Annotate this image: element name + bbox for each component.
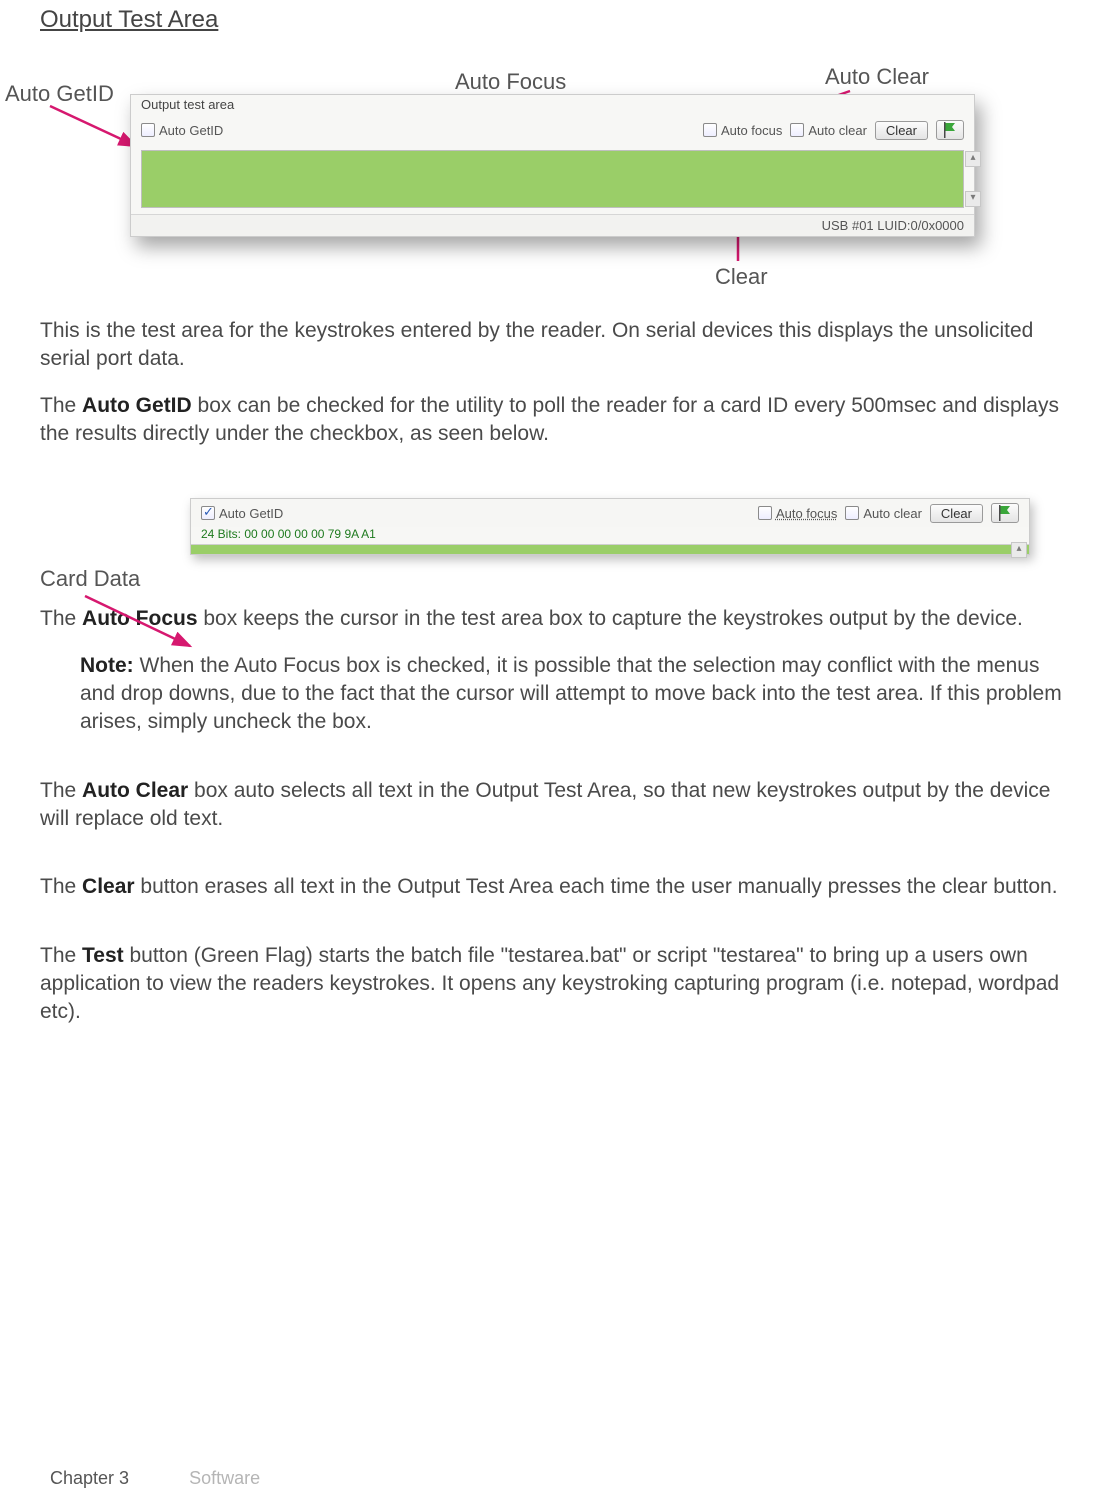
auto-clear-checkbox[interactable]: Auto clear	[845, 506, 922, 521]
checkbox-icon	[703, 123, 717, 137]
output-textarea[interactable]: ▴	[191, 544, 1029, 554]
auto-getid-checkbox[interactable]: Auto GetID	[141, 123, 223, 138]
paragraph-auto-getid: The Auto GetID box can be checked for th…	[40, 392, 1067, 449]
page: Output Test Area Auto GetID Auto Focus A…	[0, 6, 1107, 1501]
checkbox-icon	[141, 123, 155, 137]
toolbar: Auto GetID Auto focus Auto clear Clear	[131, 114, 974, 144]
section-label: Software	[189, 1468, 260, 1488]
green-flag-icon	[998, 505, 1012, 521]
scroll-up-icon[interactable]: ▴	[1011, 542, 1027, 558]
card-data-text: 24 Bits: 00 00 00 00 00 79 9A A1	[191, 527, 1029, 544]
test-button[interactable]	[991, 503, 1019, 523]
screenshot-card-data: Auto GetID Auto focus Auto clear Clear	[190, 498, 1030, 555]
clear-button[interactable]: Clear	[930, 504, 983, 523]
checkbox-icon	[845, 506, 859, 520]
paragraph-auto-focus: The Auto Focus box keeps the cursor in t…	[40, 605, 1067, 633]
auto-getid-label: Auto GetID	[219, 506, 283, 521]
callout-auto-clear: Auto Clear	[825, 64, 929, 90]
auto-focus-checkbox[interactable]: Auto focus	[703, 123, 782, 138]
paragraph-test: The Test button (Green Flag) starts the …	[40, 942, 1067, 1027]
paragraph-clear: The Clear button erases all text in the …	[40, 873, 1067, 901]
auto-focus-label: Auto focus	[721, 123, 782, 138]
note-paragraph: Note: When the Auto Focus box is checked…	[80, 652, 1067, 737]
auto-clear-label: Auto clear	[863, 506, 922, 521]
status-bar: USB #01 LUID:0/0x0000	[131, 214, 974, 236]
paragraph-intro: This is the test area for the keystrokes…	[40, 317, 1067, 374]
auto-focus-checkbox[interactable]: Auto focus	[758, 506, 837, 521]
auto-focus-label: Auto focus	[776, 506, 837, 521]
green-flag-icon	[943, 122, 957, 138]
section-heading: Output Test Area	[40, 6, 1067, 34]
output-textarea[interactable]: ▴ ▾	[141, 150, 964, 208]
page-footer: Chapter 3 Software	[50, 1468, 260, 1489]
screenshot-output-test-area: Output test area Auto GetID Auto focus A…	[130, 94, 975, 237]
status-text: USB #01 LUID:0/0x0000	[822, 218, 964, 233]
auto-clear-checkbox[interactable]: Auto clear	[790, 123, 867, 138]
callout-card-data: Card Data	[40, 566, 140, 592]
scroll-down-icon[interactable]: ▾	[965, 191, 981, 207]
checkbox-icon	[790, 123, 804, 137]
auto-clear-label: Auto clear	[808, 123, 867, 138]
auto-getid-label: Auto GetID	[159, 123, 223, 138]
callout-auto-getid: Auto GetID	[5, 81, 114, 107]
checkbox-checked-icon	[201, 506, 215, 520]
checkbox-icon	[758, 506, 772, 520]
callout-clear: Clear	[715, 264, 768, 290]
callout-auto-focus: Auto Focus	[455, 69, 566, 95]
paragraph-auto-clear: The Auto Clear box auto selects all text…	[40, 777, 1067, 834]
scroll-up-icon[interactable]: ▴	[965, 151, 981, 167]
chapter-label: Chapter 3	[50, 1468, 129, 1488]
scrollbar[interactable]: ▴ ▾	[965, 151, 981, 207]
clear-button[interactable]: Clear	[875, 121, 928, 140]
panel-title: Output test area	[131, 95, 974, 114]
test-button[interactable]	[936, 120, 964, 140]
auto-getid-checkbox-checked[interactable]: Auto GetID	[201, 506, 283, 521]
